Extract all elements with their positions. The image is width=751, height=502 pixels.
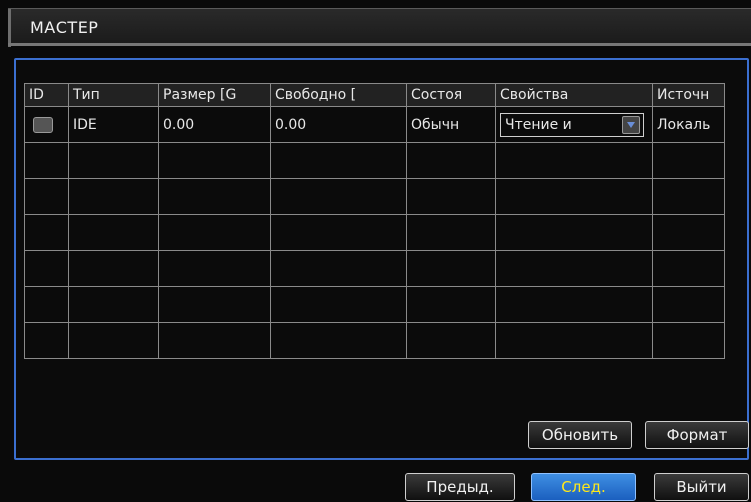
disk-table: ID Тип Размер [G Свободно [ Состоя Свойс…	[24, 83, 725, 359]
table-row-empty	[24, 286, 725, 323]
column-header-id[interactable]: ID	[24, 83, 69, 107]
free-cell: 0.00	[270, 106, 407, 143]
table-row-empty	[24, 178, 725, 215]
column-header-size[interactable]: Размер [G	[158, 83, 271, 107]
property-dropdown[interactable]: Чтение и	[500, 112, 644, 137]
size-cell: 0.00	[158, 106, 271, 143]
column-header-source[interactable]: Источн	[652, 83, 725, 107]
column-header-property[interactable]: Свойства	[495, 83, 653, 107]
chevron-down-icon[interactable]	[622, 115, 640, 134]
property-cell: Чтение и	[495, 106, 653, 143]
title-bar: МАСТЕР	[8, 8, 751, 47]
property-dropdown-value: Чтение и	[505, 116, 572, 133]
row-select-cell	[24, 106, 69, 143]
table-row-empty	[24, 214, 725, 251]
refresh-button[interactable]: Обновить	[528, 421, 632, 449]
next-button[interactable]: След.	[531, 473, 636, 501]
table-row-empty	[24, 250, 725, 287]
state-cell: Обычн	[406, 106, 496, 143]
format-button[interactable]: Формат	[645, 421, 749, 449]
type-cell: IDE	[68, 106, 159, 143]
row-checkbox[interactable]	[33, 116, 53, 133]
column-header-type[interactable]: Тип	[68, 83, 159, 107]
table-row-empty	[24, 322, 725, 359]
title-underline	[8, 43, 751, 46]
prev-button[interactable]: Предыд.	[405, 473, 515, 501]
window-title: МАСТЕР	[30, 18, 99, 37]
table-row-empty	[24, 142, 725, 179]
title-bar-edge	[8, 9, 11, 47]
table-row[interactable]: IDE 0.00 0.00 Обычн Чтение и Локаль	[24, 106, 725, 143]
column-header-free[interactable]: Свободно [	[270, 83, 407, 107]
column-header-state[interactable]: Состоя	[406, 83, 496, 107]
source-cell: Локаль	[652, 106, 725, 143]
table-header-row: ID Тип Размер [G Свободно [ Состоя Свойс…	[24, 83, 725, 107]
exit-button[interactable]: Выйти	[654, 473, 749, 501]
